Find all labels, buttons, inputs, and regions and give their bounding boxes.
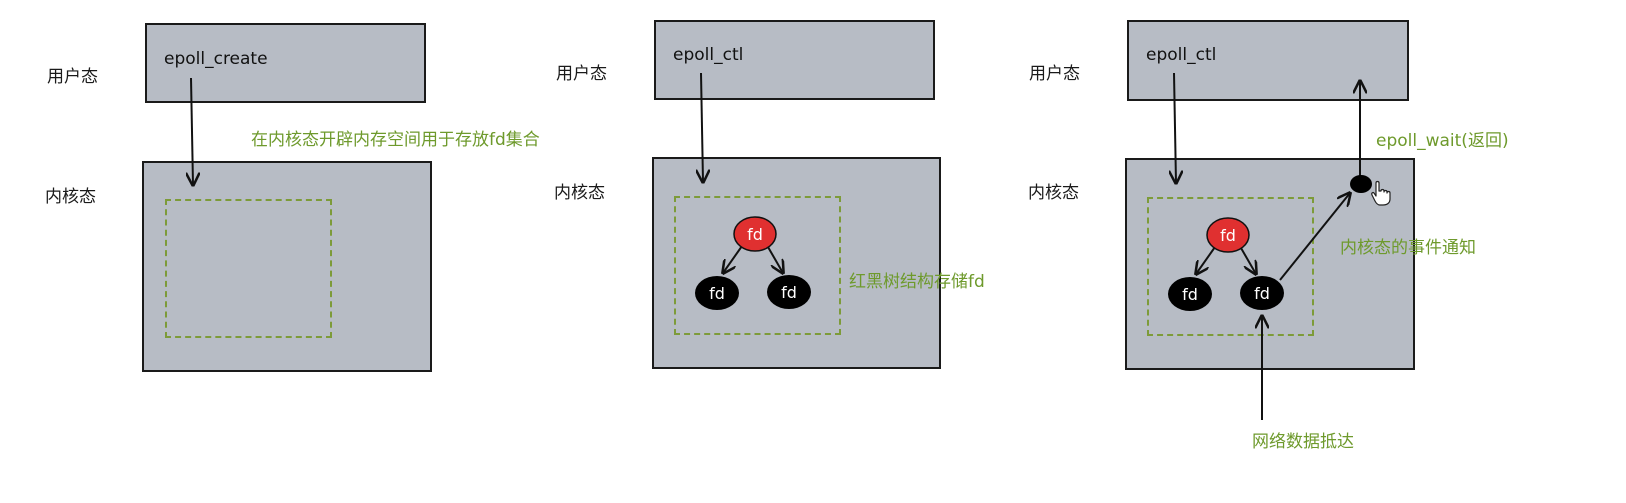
event-notify-arrow — [1279, 193, 1350, 281]
diagram-overlay: fd fd fd fd fd fd — [0, 72, 1391, 420]
event-dot — [1350, 175, 1372, 193]
hand-cursor-icon — [1371, 180, 1391, 206]
node-label: fd — [1254, 284, 1270, 303]
tree-node-root: fd — [1206, 217, 1250, 253]
ctl-down-arrow — [1174, 72, 1176, 183]
ctl-down-arrow — [701, 72, 703, 182]
node-label: fd — [781, 283, 797, 302]
tree-node-right: fd — [1240, 276, 1284, 310]
tree-node-right: fd — [767, 275, 811, 309]
node-label: fd — [709, 284, 725, 303]
tree-edge-left — [1196, 246, 1216, 274]
tree-edge-right — [767, 246, 783, 273]
node-label: fd — [747, 225, 763, 244]
tree-edge-right — [1240, 247, 1256, 274]
create-down-arrow — [191, 77, 193, 185]
tree-node-left: fd — [695, 276, 739, 310]
node-label: fd — [1220, 226, 1236, 245]
tree-node-root: fd — [733, 216, 777, 252]
tree-node-left: fd — [1168, 277, 1212, 311]
tree-edge-left — [723, 245, 743, 273]
node-label: fd — [1182, 285, 1198, 304]
